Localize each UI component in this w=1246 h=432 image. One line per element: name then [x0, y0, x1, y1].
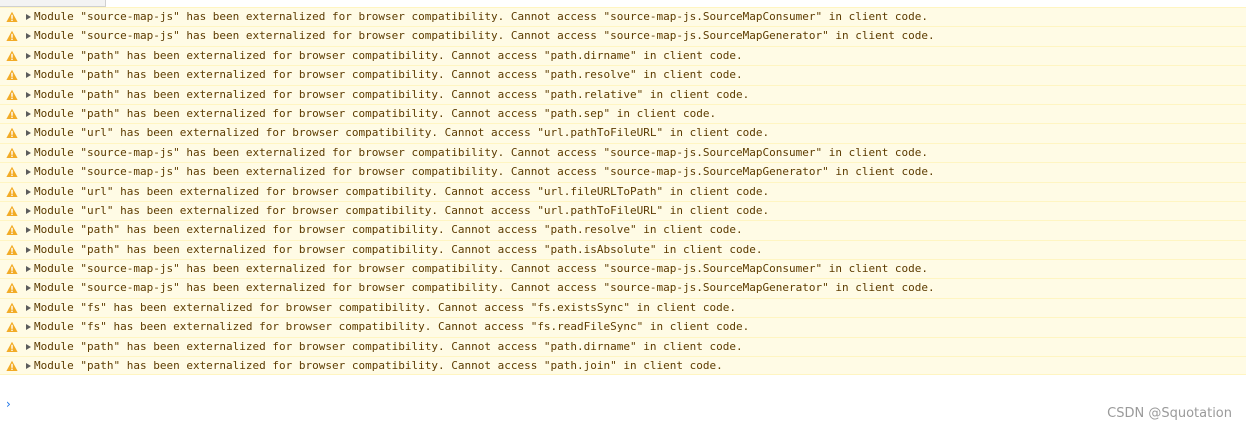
warning-icon	[6, 166, 18, 178]
console-message-row[interactable]: Module "fs" has been externalized for br…	[0, 317, 1246, 337]
console-message-row[interactable]: Module "source-map-js" has been external…	[0, 142, 1246, 163]
warning-icon	[6, 50, 18, 61]
console-message-row[interactable]: Module "source-map-js" has been external…	[0, 259, 1246, 279]
warning-icon	[6, 11, 18, 22]
console-message-row[interactable]: Module "path" has been externalized for …	[0, 356, 1246, 376]
expand-triangle-icon[interactable]	[26, 304, 31, 311]
devtools-console: Module "source-map-js" has been external…	[0, 0, 1246, 432]
expand-triangle-icon[interactable]	[26, 207, 31, 214]
console-message-row[interactable]: Module "path" has been externalized for …	[0, 84, 1246, 104]
console-message-row[interactable]: Module "url" has been externalized for b…	[0, 123, 1246, 143]
warning-icon	[6, 283, 18, 294]
console-message-row[interactable]: Module "url" has been externalized for b…	[0, 181, 1246, 201]
warning-icon	[6, 69, 18, 81]
console-message-row[interactable]: Module "path" has been externalized for …	[0, 220, 1246, 240]
expand-triangle-icon[interactable]	[26, 110, 31, 117]
console-message-text: Module "url" has been externalized for b…	[34, 203, 770, 217]
warning-icon	[6, 360, 18, 372]
console-message-text: Module "source-map-js" has been external…	[34, 10, 929, 23]
console-message-row[interactable]: Module "path" has been externalized for …	[0, 65, 1246, 85]
console-message-row[interactable]: Module "source-map-js" has been external…	[0, 26, 1246, 46]
warning-icon	[6, 186, 18, 197]
console-toolbar-edge	[0, 0, 1246, 7]
console-message-text: Module "url" has been externalized for b…	[34, 126, 770, 140]
expand-triangle-icon[interactable]	[26, 52, 31, 59]
warning-icon	[6, 205, 18, 216]
console-message-text: Module "source-map-js" has been external…	[34, 29, 935, 43]
console-message-text: Module "source-map-js" has been external…	[34, 145, 929, 159]
expand-triangle-icon[interactable]	[26, 130, 31, 137]
watermark: CSDN @Squotation	[1107, 406, 1232, 421]
warning-icon	[6, 147, 18, 158]
tab-edge	[0, 0, 106, 7]
expand-triangle-icon[interactable]	[26, 72, 31, 79]
expand-triangle-icon[interactable]	[26, 227, 31, 234]
warning-icon	[6, 108, 18, 119]
expand-triangle-icon[interactable]	[26, 343, 31, 350]
console-message-row[interactable]: Module "path" has been externalized for …	[0, 103, 1246, 124]
console-message-text: Module "path" has been externalized for …	[34, 87, 750, 101]
warning-icon	[6, 341, 18, 352]
console-message-text: Module "url" has been externalized for b…	[34, 184, 770, 198]
console-message-text: Module "path" has been externalized for …	[34, 339, 743, 353]
expand-triangle-icon[interactable]	[26, 91, 31, 98]
warning-icon	[6, 225, 18, 236]
expand-triangle-icon[interactable]	[26, 188, 31, 195]
console-message-text: Module "path" has been externalized for …	[34, 242, 763, 256]
console-message-text: Module "source-map-js" has been external…	[34, 262, 929, 276]
console-prompt[interactable]: ›	[0, 397, 1246, 413]
console-message-text: Module "path" has been externalized for …	[34, 48, 743, 62]
expand-triangle-icon[interactable]	[26, 324, 31, 331]
expand-triangle-icon[interactable]	[26, 14, 31, 20]
expand-triangle-icon[interactable]	[26, 33, 31, 40]
expand-triangle-icon[interactable]	[26, 285, 31, 292]
warning-icon	[6, 89, 18, 100]
console-message-row[interactable]: Module "source-map-js" has been external…	[0, 7, 1246, 27]
expand-triangle-icon[interactable]	[26, 266, 31, 273]
console-message-text: Module "path" has been externalized for …	[34, 106, 717, 120]
console-message-row[interactable]: Module "source-map-js" has been external…	[0, 278, 1246, 298]
console-message-row[interactable]: Module "path" has been externalized for …	[0, 336, 1246, 357]
chevron-right-icon: ›	[6, 397, 11, 411]
console-message-text: Module "path" has been externalized for …	[34, 223, 743, 237]
console-message-row[interactable]: Module "url" has been externalized for b…	[0, 200, 1246, 221]
console-message-text: Module "source-map-js" has been external…	[34, 281, 935, 295]
warning-icon	[6, 263, 18, 275]
warning-icon	[6, 322, 18, 333]
console-message-row[interactable]: Module "source-map-js" has been external…	[0, 162, 1246, 182]
warning-icon	[6, 128, 18, 139]
expand-triangle-icon[interactable]	[26, 149, 31, 156]
console-message-text: Module "source-map-js" has been external…	[34, 165, 935, 179]
warning-icon	[6, 244, 18, 255]
expand-triangle-icon[interactable]	[26, 363, 31, 370]
warning-icon	[6, 302, 18, 313]
console-message-row[interactable]: Module "path" has been externalized for …	[0, 239, 1246, 260]
console-message-row[interactable]: Module "path" has been externalized for …	[0, 45, 1246, 66]
console-message-text: Module "fs" has been externalized for br…	[34, 300, 736, 314]
console-message-text: Module "path" has been externalized for …	[34, 68, 743, 82]
expand-triangle-icon[interactable]	[26, 169, 31, 176]
console-message-row[interactable]: Module "fs" has been externalized for br…	[0, 297, 1246, 318]
console-message-text: Module "path" has been externalized for …	[34, 359, 723, 373]
console-messages: Module "source-map-js" has been external…	[0, 7, 1246, 376]
warning-icon	[6, 31, 18, 42]
expand-triangle-icon[interactable]	[26, 246, 31, 253]
console-message-text: Module "fs" has been externalized for br…	[34, 320, 750, 334]
